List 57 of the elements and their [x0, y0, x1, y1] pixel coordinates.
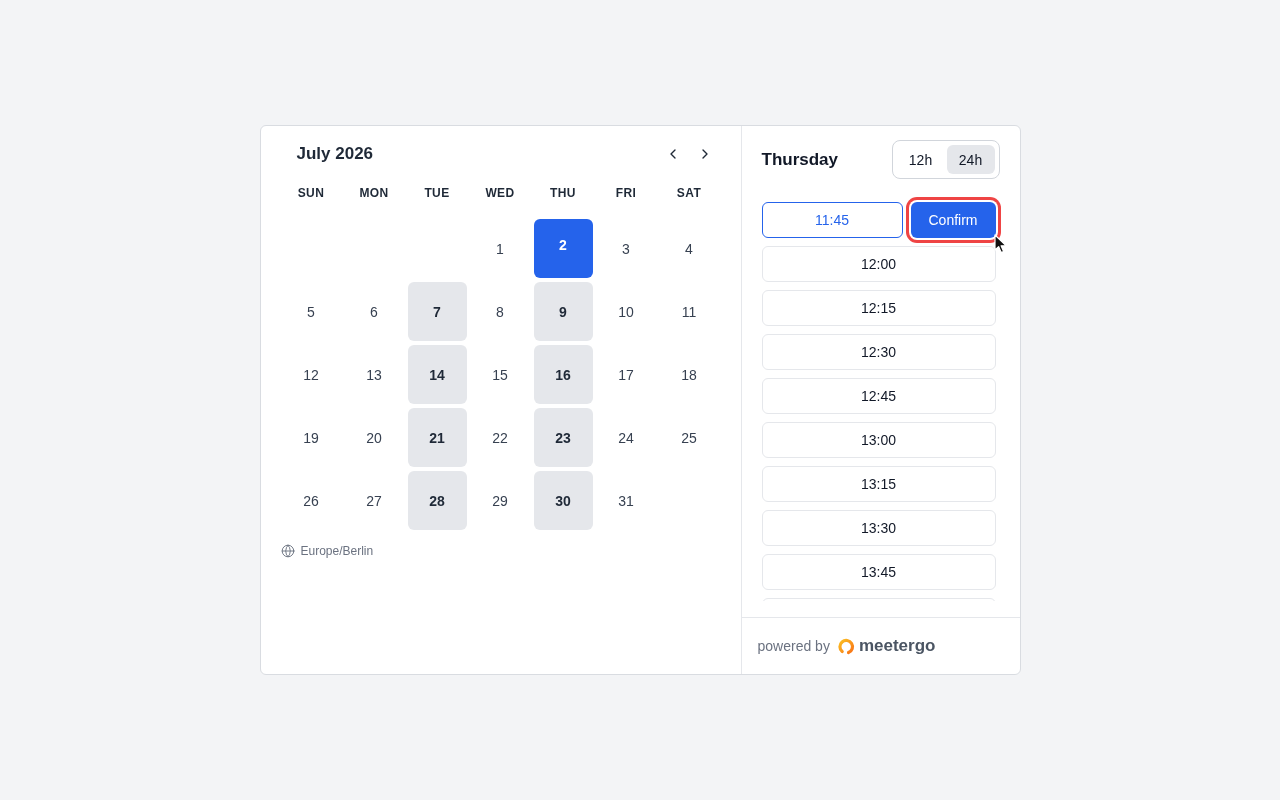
day-button[interactable]: 7 [407, 282, 467, 341]
weekday-label: SUN [297, 186, 325, 200]
day-number: 15 [492, 366, 508, 383]
day-number: 19 [303, 429, 319, 446]
day-number: 18 [681, 366, 697, 383]
day-number: 3 [622, 240, 630, 257]
day-number: 20 [366, 429, 382, 446]
day-button[interactable]: 14 [407, 345, 467, 404]
time-slot-button[interactable]: 13:45 [761, 554, 996, 590]
timezone-label: Europe/Berlin [300, 544, 374, 558]
day-number: 24 [618, 429, 634, 446]
day-number: 25 [681, 429, 697, 446]
day-number: 17 [618, 366, 634, 383]
brand-name: meetergo [858, 636, 936, 656]
weekday-label: TUE [424, 186, 450, 200]
time-slot-button[interactable]: 13:00 [761, 422, 996, 458]
day-number: 5 [307, 303, 315, 320]
day-button[interactable]: 30 [533, 471, 593, 530]
format-option[interactable]: 12h [896, 145, 945, 174]
format-option[interactable]: 24h [946, 145, 995, 174]
time-slot-button[interactable]: 12:00 [761, 246, 996, 282]
day-number: 22 [492, 429, 508, 446]
day-number: 11 [681, 303, 697, 320]
time-slot-button[interactable]: 12:15 [761, 290, 996, 326]
time-slot-button[interactable]: 12:45 [761, 378, 996, 414]
globe-icon [280, 544, 295, 558]
day-number: 29 [492, 492, 508, 509]
time-slot-button[interactable]: 12:30 [761, 334, 996, 370]
day-number: 10 [618, 303, 634, 320]
day-number: 8 [496, 303, 504, 320]
day-number: 26 [303, 492, 319, 509]
day-button[interactable]: 23 [533, 408, 593, 467]
day-number: 1 [496, 240, 504, 257]
logo-icon [837, 637, 855, 655]
weekday-label: MON [359, 186, 389, 200]
day-button[interactable]: 28 [407, 471, 467, 530]
day-number: 27 [366, 492, 382, 509]
powered-by-label: powered by [757, 638, 830, 654]
time-slot-button[interactable]: 11:45 [761, 202, 903, 238]
day-number: 6 [370, 303, 378, 320]
time-slot-button[interactable]: 13:30 [761, 510, 996, 546]
day-button[interactable]: 2 [533, 219, 593, 278]
weekday-label: FRI [615, 186, 637, 200]
day-number: 13 [366, 366, 382, 383]
time-slot-button[interactable]: 13:15 [761, 466, 996, 502]
day-button[interactable]: 16 [533, 345, 593, 404]
day-number: 31 [618, 492, 634, 509]
weekday-label: THU [550, 186, 576, 200]
month-title: July 2026 [296, 144, 374, 164]
day-number: 4 [685, 240, 693, 257]
day-number: 12 [303, 366, 319, 383]
day-title: Thursday [761, 149, 839, 170]
weekday-label: WED [485, 186, 515, 200]
cursor-icon [993, 234, 1008, 254]
day-button[interactable]: 21 [407, 408, 467, 467]
day-button[interactable]: 9 [533, 282, 593, 341]
weekday-label: SAT [676, 186, 702, 200]
